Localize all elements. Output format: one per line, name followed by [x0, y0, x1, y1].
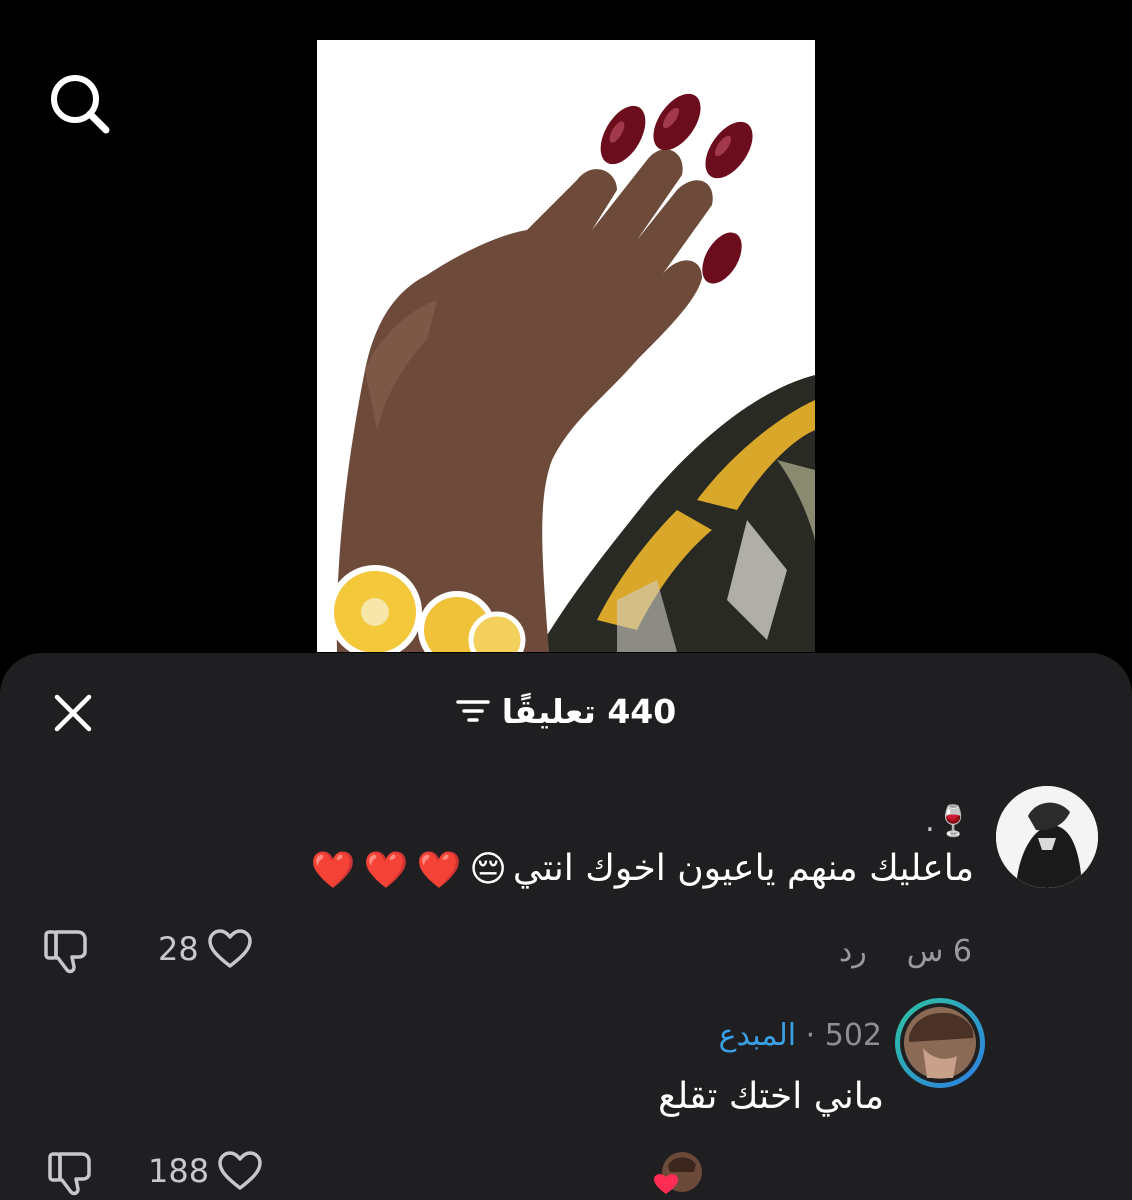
comment-time: 6 س — [906, 934, 972, 969]
heart-emoji: ❤️ — [310, 850, 356, 891]
pensive-emoji: 😔 — [469, 849, 507, 890]
comment-meta: 6 س رد — [839, 934, 972, 969]
avatar[interactable] — [895, 998, 985, 1088]
avatar[interactable] — [996, 786, 1098, 888]
like-count: 188 — [148, 1152, 210, 1190]
dislike-button[interactable] — [42, 926, 92, 976]
like-button[interactable]: 28 — [158, 928, 253, 970]
avatar-image — [900, 1003, 980, 1083]
author-name[interactable]: المبدع — [719, 1018, 797, 1053]
thumbs-down-icon — [44, 930, 87, 974]
thumbs-down-icon — [48, 1152, 91, 1196]
heart-emoji: ❤️ — [363, 850, 409, 891]
comment-text-body: ماعليك منهم ياعيون اخوك انتي — [512, 848, 974, 889]
author-name: 🍷. — [925, 804, 972, 839]
comment-text: ماعليك منهم ياعيون اخوك انتي ❤️ ❤️ ❤️ 😔 — [311, 848, 974, 891]
heart-outline-icon — [218, 1151, 262, 1190]
dislike-button[interactable] — [46, 1148, 96, 1198]
avatar-image — [996, 786, 1098, 888]
screen: 440 تعليقًا 🍷. ماعليك منهم ياعيون اخوك ا… — [0, 0, 1132, 1200]
comment-author[interactable]: 🍷. — [925, 804, 972, 839]
heart-outline-icon — [207, 929, 252, 968]
like-button[interactable]: 188 — [148, 1150, 263, 1192]
reply-button[interactable]: رد — [839, 934, 867, 969]
heart-emoji: ❤️ — [416, 850, 462, 891]
like-count: 28 — [158, 930, 199, 968]
comment-emojis: ❤️ ❤️ ❤️ 😔 — [311, 849, 507, 891]
